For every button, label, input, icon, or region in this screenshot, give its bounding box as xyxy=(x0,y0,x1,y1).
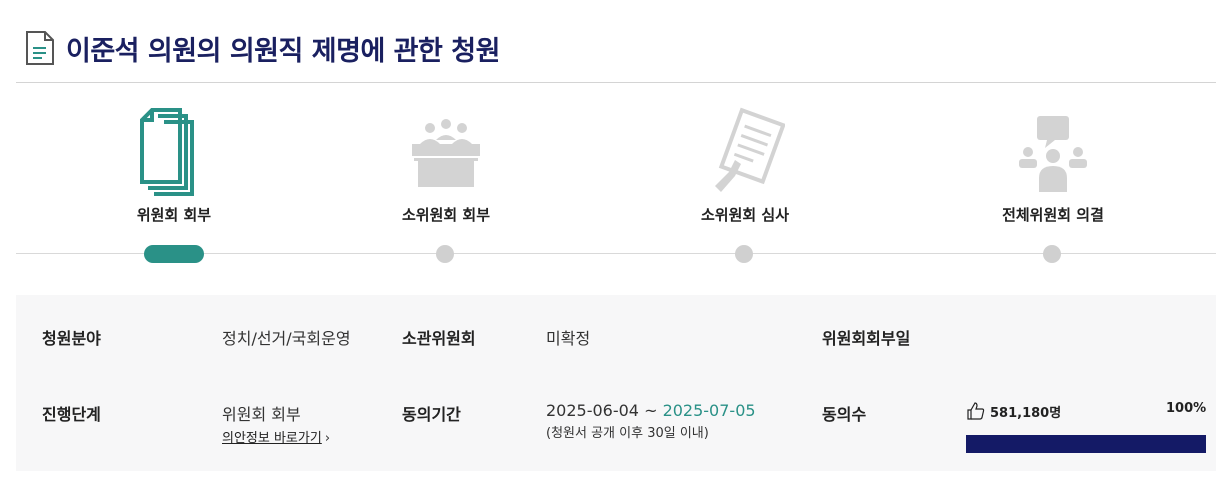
period-range: 2025-06-04 ~ 2025-07-05 xyxy=(546,401,756,420)
petition-info-panel: 청원분야 정치/선거/국회운영 소관위원회 미확정 위원회회부일 진행단계 위원… xyxy=(16,295,1216,471)
step-subcommittee-referral: 소위원회 회부 xyxy=(336,100,556,263)
page-title: 이준석 의원의 의원직 제명에 관한 청원 xyxy=(66,35,500,67)
step-committee-referral: 위원회 회부 xyxy=(64,100,284,263)
step-indicator-active xyxy=(144,245,204,263)
agree-count-block: 581,180명 xyxy=(966,401,1061,421)
step-label: 전체위원회 의결 xyxy=(1002,206,1104,224)
agree-label: 동의수 xyxy=(822,405,867,424)
step-indicator xyxy=(735,245,753,263)
step-label: 위원회 회부 xyxy=(136,206,212,224)
step-label: 소위원회 심사 xyxy=(700,206,790,224)
period-separator: ~ xyxy=(638,401,663,420)
stage-value-block: 위원회 회부 의안정보 바로가기 › xyxy=(222,401,330,446)
document-icon xyxy=(24,30,56,66)
field-value: 정치/선거/국회운영 xyxy=(222,329,351,348)
committee-value: 미확정 xyxy=(546,329,591,348)
period-note: (청원서 공개 이후 30일 이내) xyxy=(546,426,709,441)
thumbs-up-icon xyxy=(966,401,986,421)
agree-count: 581,180명 xyxy=(990,405,1062,421)
agree-progress-fill xyxy=(966,435,1206,453)
page-header: 이준석 의원의 의원직 제명에 관한 청원 xyxy=(24,28,500,68)
step-indicator xyxy=(1043,245,1061,263)
discussion-icon xyxy=(1013,100,1093,196)
step-subcommittee-review: 소위원회 심사 xyxy=(635,100,855,263)
step-full-committee-decision: 전체위원회 의결 xyxy=(943,100,1163,263)
bill-info-link[interactable]: 의안정보 바로가기 xyxy=(222,431,322,446)
chevron-right-icon: › xyxy=(324,431,331,446)
progress-steps: 위원회 회부 소위원회 회부 소위원회 심사 전체위원회 의결 xyxy=(16,100,1216,280)
agree-progress-bar xyxy=(966,435,1206,453)
stage-label: 진행단계 xyxy=(42,405,101,424)
review-icon xyxy=(705,100,786,196)
bill-info-link-row[interactable]: 의안정보 바로가기 › xyxy=(222,427,330,446)
agree-percent: 100% xyxy=(1166,401,1207,416)
committee-label: 소관위원회 xyxy=(402,329,476,348)
documents-icon xyxy=(134,100,214,196)
referral-date-label: 위원회회부일 xyxy=(822,329,911,348)
period-end: 2025-07-05 xyxy=(662,401,756,420)
period-block: 2025-06-04 ~ 2025-07-05 (청원서 공개 이후 30일 이… xyxy=(546,401,756,441)
field-label: 청원분야 xyxy=(42,329,101,348)
period-start: 2025-06-04 xyxy=(546,401,639,420)
step-label: 소위원회 회부 xyxy=(401,206,491,224)
meeting-icon xyxy=(406,100,486,196)
title-divider xyxy=(16,82,1216,83)
stage-value: 위원회 회부 xyxy=(222,405,301,424)
step-indicator xyxy=(436,245,454,263)
period-label: 동의기간 xyxy=(402,405,461,424)
